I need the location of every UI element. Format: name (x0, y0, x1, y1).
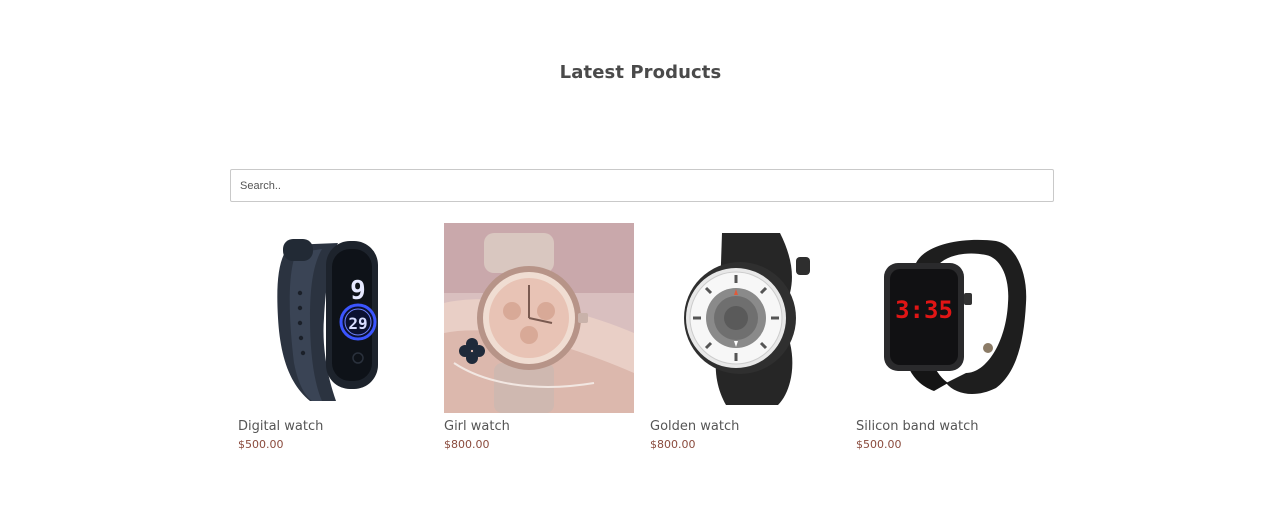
rotating-dial-watch-image[interactable] (650, 223, 840, 413)
product-card-digital-watch[interactable]: 9 29 Digital watch $500.00 (230, 223, 428, 463)
square-led-watch-image[interactable]: 3:35 (856, 223, 1046, 413)
digital-display-top: 9 (350, 276, 366, 306)
product-price: $800.00 (650, 438, 696, 451)
product-grid: 9 29 Digital watch $500.00 Girl watch $8… (230, 223, 1060, 463)
product-name[interactable]: Girl watch (444, 419, 510, 434)
rose-gold-wrist-watch-image[interactable] (444, 223, 634, 413)
led-display-time: 3:35 (895, 296, 953, 324)
product-card-girl-watch[interactable]: Girl watch $800.00 (436, 223, 634, 463)
digital-display-bottom: 29 (348, 314, 367, 333)
product-name[interactable]: Golden watch (650, 419, 739, 434)
product-name[interactable]: Digital watch (238, 419, 323, 434)
digital-band-watch-image[interactable]: 9 29 (238, 223, 428, 413)
product-name[interactable]: Silicon band watch (856, 419, 978, 434)
product-price: $800.00 (444, 438, 490, 451)
product-price: $500.00 (238, 438, 284, 451)
section-title: Latest Products (559, 62, 722, 83)
search-bar (230, 169, 1054, 202)
product-price: $500.00 (856, 438, 902, 451)
search-input[interactable] (230, 169, 1054, 202)
product-card-golden-watch[interactable]: Golden watch $800.00 (642, 223, 840, 463)
product-card-silicon-band-watch[interactable]: 3:35 Silicon band watch $500.00 (848, 223, 1046, 463)
